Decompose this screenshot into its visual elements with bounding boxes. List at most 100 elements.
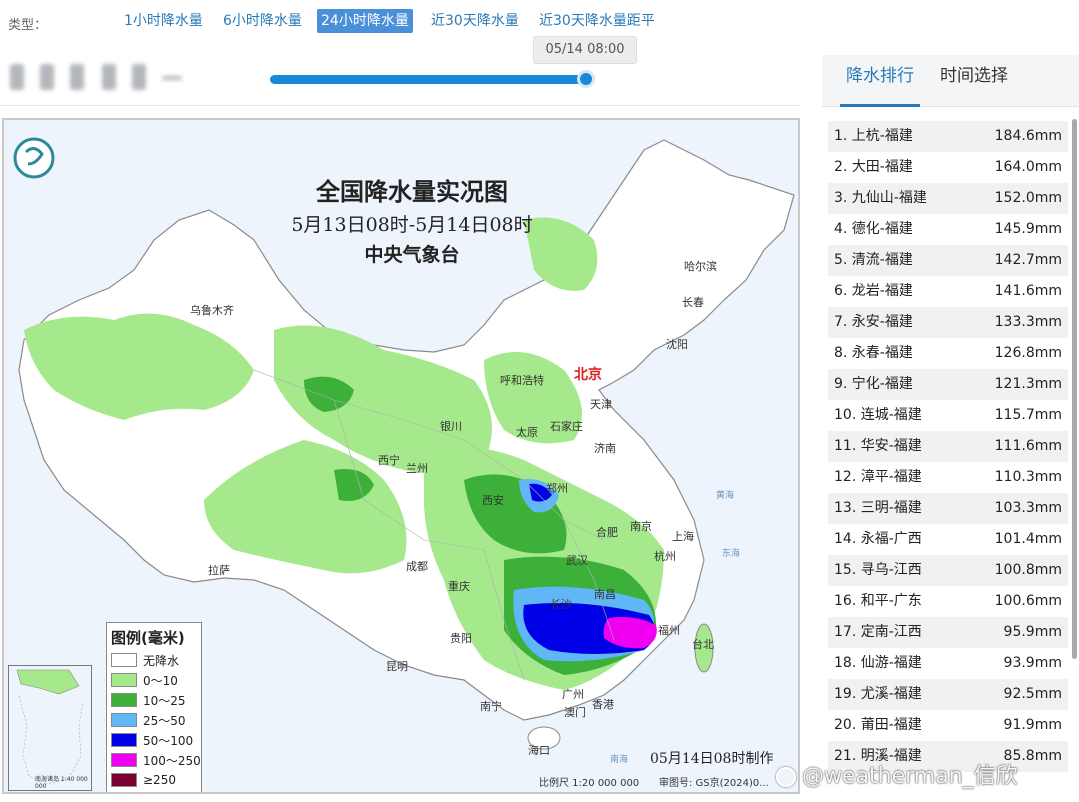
legend-row: 25～50 [107, 710, 201, 730]
city-label: 海口 [528, 744, 550, 757]
ranking-row[interactable]: 9. 宁化-福建 121.3mm [828, 369, 1068, 400]
ranking-list: 1. 上杭-福建 184.6mm 2. 大田-福建 164.0mm 3. 九仙山-福… [828, 121, 1068, 772]
tab-30d-anomaly[interactable]: 近30天降水量距平 [535, 9, 659, 33]
tab-30d-precip[interactable]: 近30天降水量 [427, 9, 523, 33]
legend-row: 100～250 [107, 750, 201, 770]
legend-row: 0～10 [107, 670, 201, 690]
sea-label: 黄海 [716, 491, 735, 501]
ranking-row[interactable]: 15. 寻乌-江西 100.8mm [828, 555, 1068, 586]
tab-time-select[interactable]: 时间选择 [934, 65, 1014, 107]
city-label: 拉萨 [208, 564, 230, 577]
sea-label: 东海 [722, 549, 741, 559]
timeline-tooltip: 05/14 08:00 [533, 36, 637, 64]
city-label: 香港 [592, 698, 614, 711]
legend-swatch [111, 753, 137, 767]
blurred-control-icon[interactable] [162, 76, 182, 80]
city-label: 南宁 [480, 700, 502, 713]
legend-swatch [111, 713, 137, 727]
city-label: 福州 [658, 624, 680, 637]
station-name: 14. 永福-广西 [834, 531, 922, 547]
ranking-row[interactable]: 6. 龙岩-福建 141.6mm [828, 276, 1068, 307]
timeline-slider-handle[interactable] [577, 70, 595, 88]
ranking-row[interactable]: 16. 和平-广东 100.6mm [828, 586, 1068, 617]
station-value: 101.4mm [994, 531, 1062, 547]
tab-1h-precip[interactable]: 1小时降水量 [120, 9, 207, 33]
ranking-row[interactable]: 7. 永安-福建 133.3mm [828, 307, 1068, 338]
city-label: 上海 [672, 530, 694, 543]
legend-row: 50～100 [107, 730, 201, 750]
legend-label: 无降水 [143, 653, 180, 668]
timeline-slider[interactable] [270, 75, 588, 84]
station-name: 20. 莆田-福建 [834, 717, 922, 733]
legend-swatch [111, 733, 137, 747]
city-label: 济南 [594, 442, 616, 455]
station-name: 18. 仙游-福建 [834, 655, 922, 671]
city-label: 合肥 [596, 526, 618, 539]
ranking-row[interactable]: 5. 清流-福建 142.7mm [828, 245, 1068, 276]
station-name: 13. 三明-福建 [834, 500, 922, 516]
city-label: 银川 [440, 420, 462, 433]
ranking-row[interactable]: 20. 莆田-福建 91.9mm [828, 710, 1068, 741]
station-name: 3. 九仙山-福建 [834, 190, 927, 206]
station-name: 9. 宁化-福建 [834, 376, 913, 392]
ranking-row[interactable]: 1. 上杭-福建 184.6mm [828, 121, 1068, 152]
station-name: 7. 永安-福建 [834, 314, 913, 330]
city-label: 澳门 [564, 706, 586, 719]
city-label: 成都 [406, 560, 428, 573]
station-name: 17. 定南-江西 [834, 624, 922, 640]
blurred-control-icon[interactable] [40, 64, 54, 90]
city-label-capital: 北京 [574, 367, 602, 383]
ranking-row[interactable]: 2. 大田-福建 164.0mm [828, 152, 1068, 183]
watermark-text: @weatherman_信欣 [802, 764, 1018, 789]
blurred-control-icon[interactable] [132, 64, 146, 90]
station-value: 145.9mm [994, 221, 1062, 237]
ranking-row[interactable]: 14. 永福-广西 101.4mm [828, 524, 1068, 555]
city-label: 郑州 [546, 482, 568, 495]
station-name: 15. 寻乌-江西 [834, 562, 922, 578]
blurred-control-icon[interactable] [70, 64, 84, 90]
watermark: @weatherman_信欣 [776, 758, 1018, 790]
ranking-row[interactable]: 11. 华安-福建 111.6mm [828, 431, 1068, 462]
ranking-scrollbar[interactable] [1072, 119, 1077, 659]
legend-title: 图例(毫米) [111, 629, 185, 647]
blurred-control-icon[interactable] [102, 64, 116, 90]
map-made-time: 05月14日08时制作 [650, 751, 774, 767]
station-value: 93.9mm [1003, 655, 1062, 671]
map-period: 5月13日08时-5月14日08时 [291, 214, 533, 236]
precipitation-map[interactable]: 全国降水量实况图 5月13日08时-5月14日08时 中央气象台 乌鲁木齐 哈尔… [2, 118, 800, 794]
timeline-toolbar: 05/14 08:00 [0, 36, 800, 106]
city-label: 沈阳 [666, 338, 688, 351]
ranking-row[interactable]: 8. 永春-福建 126.8mm [828, 338, 1068, 369]
ranking-row[interactable]: 3. 九仙山-福建 152.0mm [828, 183, 1068, 214]
station-value: 95.9mm [1003, 624, 1062, 640]
station-value: 100.8mm [994, 562, 1062, 578]
city-label: 乌鲁木齐 [190, 304, 234, 317]
station-name: 1. 上杭-福建 [834, 128, 913, 144]
ranking-row[interactable]: 13. 三明-福建 103.3mm [828, 493, 1068, 524]
station-name: 4. 德化-福建 [834, 221, 913, 237]
station-value: 184.6mm [994, 128, 1062, 144]
inset-map-graphic [16, 669, 84, 785]
ranking-row[interactable]: 10. 连城-福建 115.7mm [828, 400, 1068, 431]
city-label: 太原 [516, 426, 538, 439]
ranking-row[interactable]: 17. 定南-江西 95.9mm [828, 617, 1068, 648]
city-label: 广州 [562, 688, 584, 701]
legend-row: 10～25 [107, 690, 201, 710]
station-name: 5. 清流-福建 [834, 252, 913, 268]
station-value: 100.6mm [994, 593, 1062, 609]
station-name: 2. 大田-福建 [834, 159, 913, 175]
city-label: 昆明 [386, 660, 408, 673]
tab-24h-precip[interactable]: 24小时降水量 [317, 9, 413, 33]
blurred-control-icon[interactable] [10, 64, 24, 90]
station-name: 11. 华安-福建 [834, 438, 922, 454]
legend-label: 0～10 [143, 673, 178, 688]
city-label: 长春 [682, 296, 704, 309]
ranking-row[interactable]: 12. 漳平-福建 110.3mm [828, 462, 1068, 493]
tab-6h-precip[interactable]: 6小时降水量 [219, 9, 306, 33]
ranking-row[interactable]: 18. 仙游-福建 93.9mm [828, 648, 1068, 679]
ranking-row[interactable]: 19. 尤溪-福建 92.5mm [828, 679, 1068, 710]
city-label: 武汉 [566, 554, 588, 567]
tab-precip-ranking[interactable]: 降水排行 [840, 65, 920, 107]
city-label: 兰州 [406, 462, 428, 475]
ranking-row[interactable]: 4. 德化-福建 145.9mm [828, 214, 1068, 245]
